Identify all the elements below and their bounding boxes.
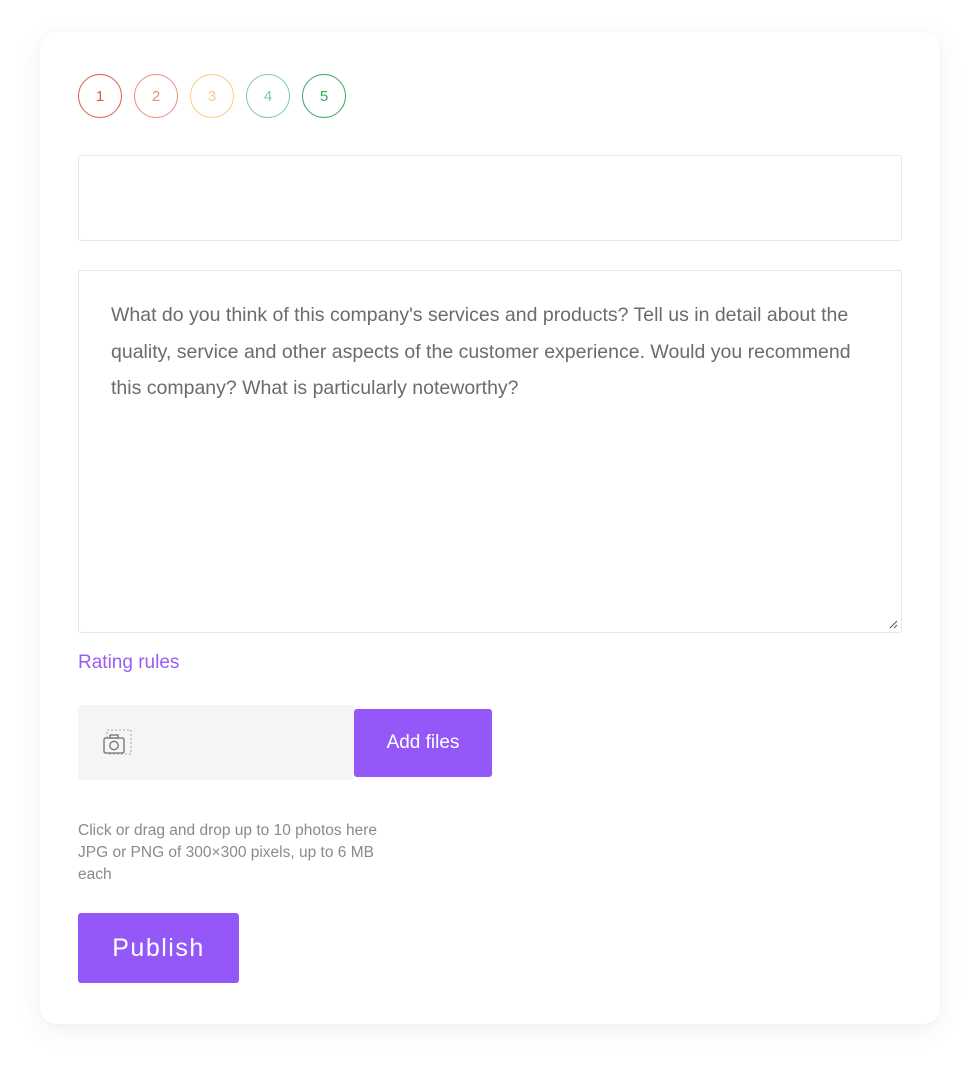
review-title-input[interactable] [78, 155, 902, 241]
upload-hint-line: JPG or PNG of 300×300 pixels, up to 6 MB [78, 844, 374, 861]
rating-option-label: 5 [319, 87, 329, 105]
rating-option-label: 1 [95, 87, 105, 105]
upload-hint-line: Click or drag and drop up to 10 photos h… [78, 822, 377, 839]
upload-hint-line: each [78, 866, 112, 883]
rating-option-label: 2 [151, 87, 161, 105]
publish-button[interactable]: Publish [78, 913, 239, 983]
rating-option-4[interactable]: 4 [246, 74, 290, 118]
rating-option-5[interactable]: 5 [302, 74, 346, 118]
rating-selector: 1 2 3 4 5 [78, 74, 346, 118]
rating-option-1[interactable]: 1 [78, 74, 122, 118]
upload-hint: Click or drag and drop up to 10 photos h… [78, 820, 458, 886]
review-textarea-placeholder: What do you think of this company's serv… [111, 304, 851, 399]
rating-option-3[interactable]: 3 [190, 74, 234, 118]
rating-option-label: 4 [263, 87, 273, 105]
photo-dropzone[interactable] [78, 705, 354, 780]
review-textarea[interactable]: What do you think of this company's serv… [78, 270, 902, 633]
add-files-button[interactable]: Add files [354, 709, 492, 777]
rating-option-2[interactable]: 2 [134, 74, 178, 118]
camera-icon [103, 729, 132, 755]
review-form-card: 1 2 3 4 5 What do you think of this comp… [40, 32, 940, 1024]
rating-rules-link[interactable]: Rating rules [78, 652, 179, 674]
resize-handle-icon[interactable] [888, 619, 898, 629]
rating-option-label: 3 [207, 87, 217, 105]
